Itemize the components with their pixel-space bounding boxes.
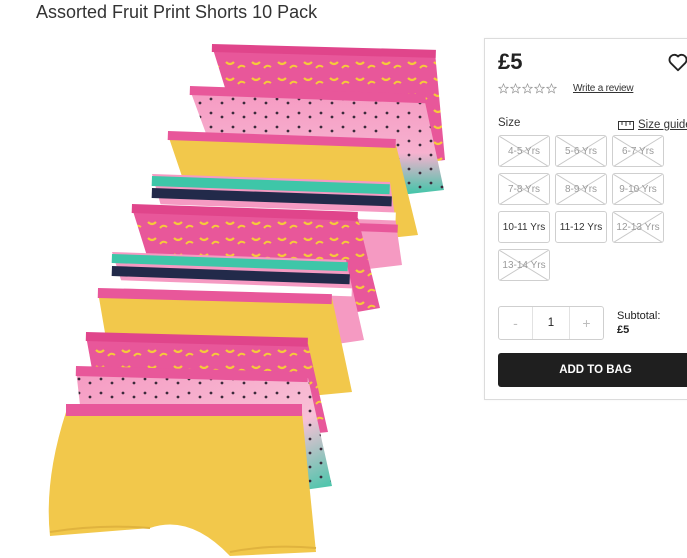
subtotal-amount: £5 (617, 324, 630, 336)
size-option[interactable]: 13-14 Yrs (498, 249, 550, 281)
size-option[interactable]: 6-7 Yrs (612, 135, 664, 167)
size-option[interactable]: 5-6 Yrs (555, 135, 607, 167)
product-title: Assorted Fruit Print Shorts 10 Pack (36, 2, 318, 22)
size-option-label: 13-14 Yrs (502, 259, 546, 271)
price: £5 (498, 49, 523, 74)
size-option-label: 10-11 Yrs (502, 221, 546, 233)
star-outline-icon (498, 83, 509, 94)
add-to-bag-button[interactable]: ADD TO BAG (498, 353, 687, 387)
size-option[interactable]: 12-13 Yrs (612, 211, 664, 243)
star-outline-icon (510, 83, 521, 94)
size-option[interactable]: 10-11 Yrs (498, 211, 550, 243)
size-option-label: 7-8 Yrs (507, 183, 541, 195)
size-option[interactable]: 4-5 Yrs (498, 135, 550, 167)
quantity-stepper: - 1 + (498, 306, 604, 340)
quantity-decrease-button[interactable]: - (499, 307, 532, 339)
star-outline-icon (522, 83, 533, 94)
size-option[interactable]: 11-12 Yrs (555, 211, 607, 243)
subtotal-label: Subtotal: (617, 310, 661, 322)
product-purchase-panel: £5 Write a review Size Size guide 4-5 Yr… (484, 38, 687, 400)
size-guide-label: Size guide (638, 119, 687, 131)
size-option-label: 6-7 Yrs (621, 145, 655, 157)
subtotal: Subtotal: £5 (617, 309, 660, 337)
ruler-icon (618, 120, 634, 130)
size-option-label: 11-12 Yrs (559, 221, 603, 233)
size-option[interactable]: 9-10 Yrs (612, 173, 664, 205)
star-outline-icon (546, 83, 557, 94)
size-option[interactable]: 8-9 Yrs (555, 173, 607, 205)
write-review-link[interactable]: Write a review (573, 83, 634, 94)
size-option-label: 9-10 Yrs (619, 183, 657, 195)
size-guide-link[interactable]: Size guide (618, 119, 687, 131)
star-outline-icon (534, 83, 545, 94)
size-option-label: 12-13 Yrs (616, 221, 660, 233)
quantity-increase-button[interactable]: + (570, 307, 603, 339)
product-image (48, 44, 445, 556)
size-option-label: 8-9 Yrs (564, 183, 598, 195)
quantity-input[interactable]: 1 (532, 307, 570, 339)
size-option-label: 5-6 Yrs (564, 145, 598, 157)
rating-stars (498, 83, 557, 94)
size-label: Size (498, 117, 521, 129)
size-option[interactable]: 7-8 Yrs (498, 173, 550, 205)
size-option-label: 4-5 Yrs (507, 145, 541, 157)
heart-outline-icon[interactable] (667, 51, 687, 73)
shorts-yellow-front (48, 404, 317, 556)
